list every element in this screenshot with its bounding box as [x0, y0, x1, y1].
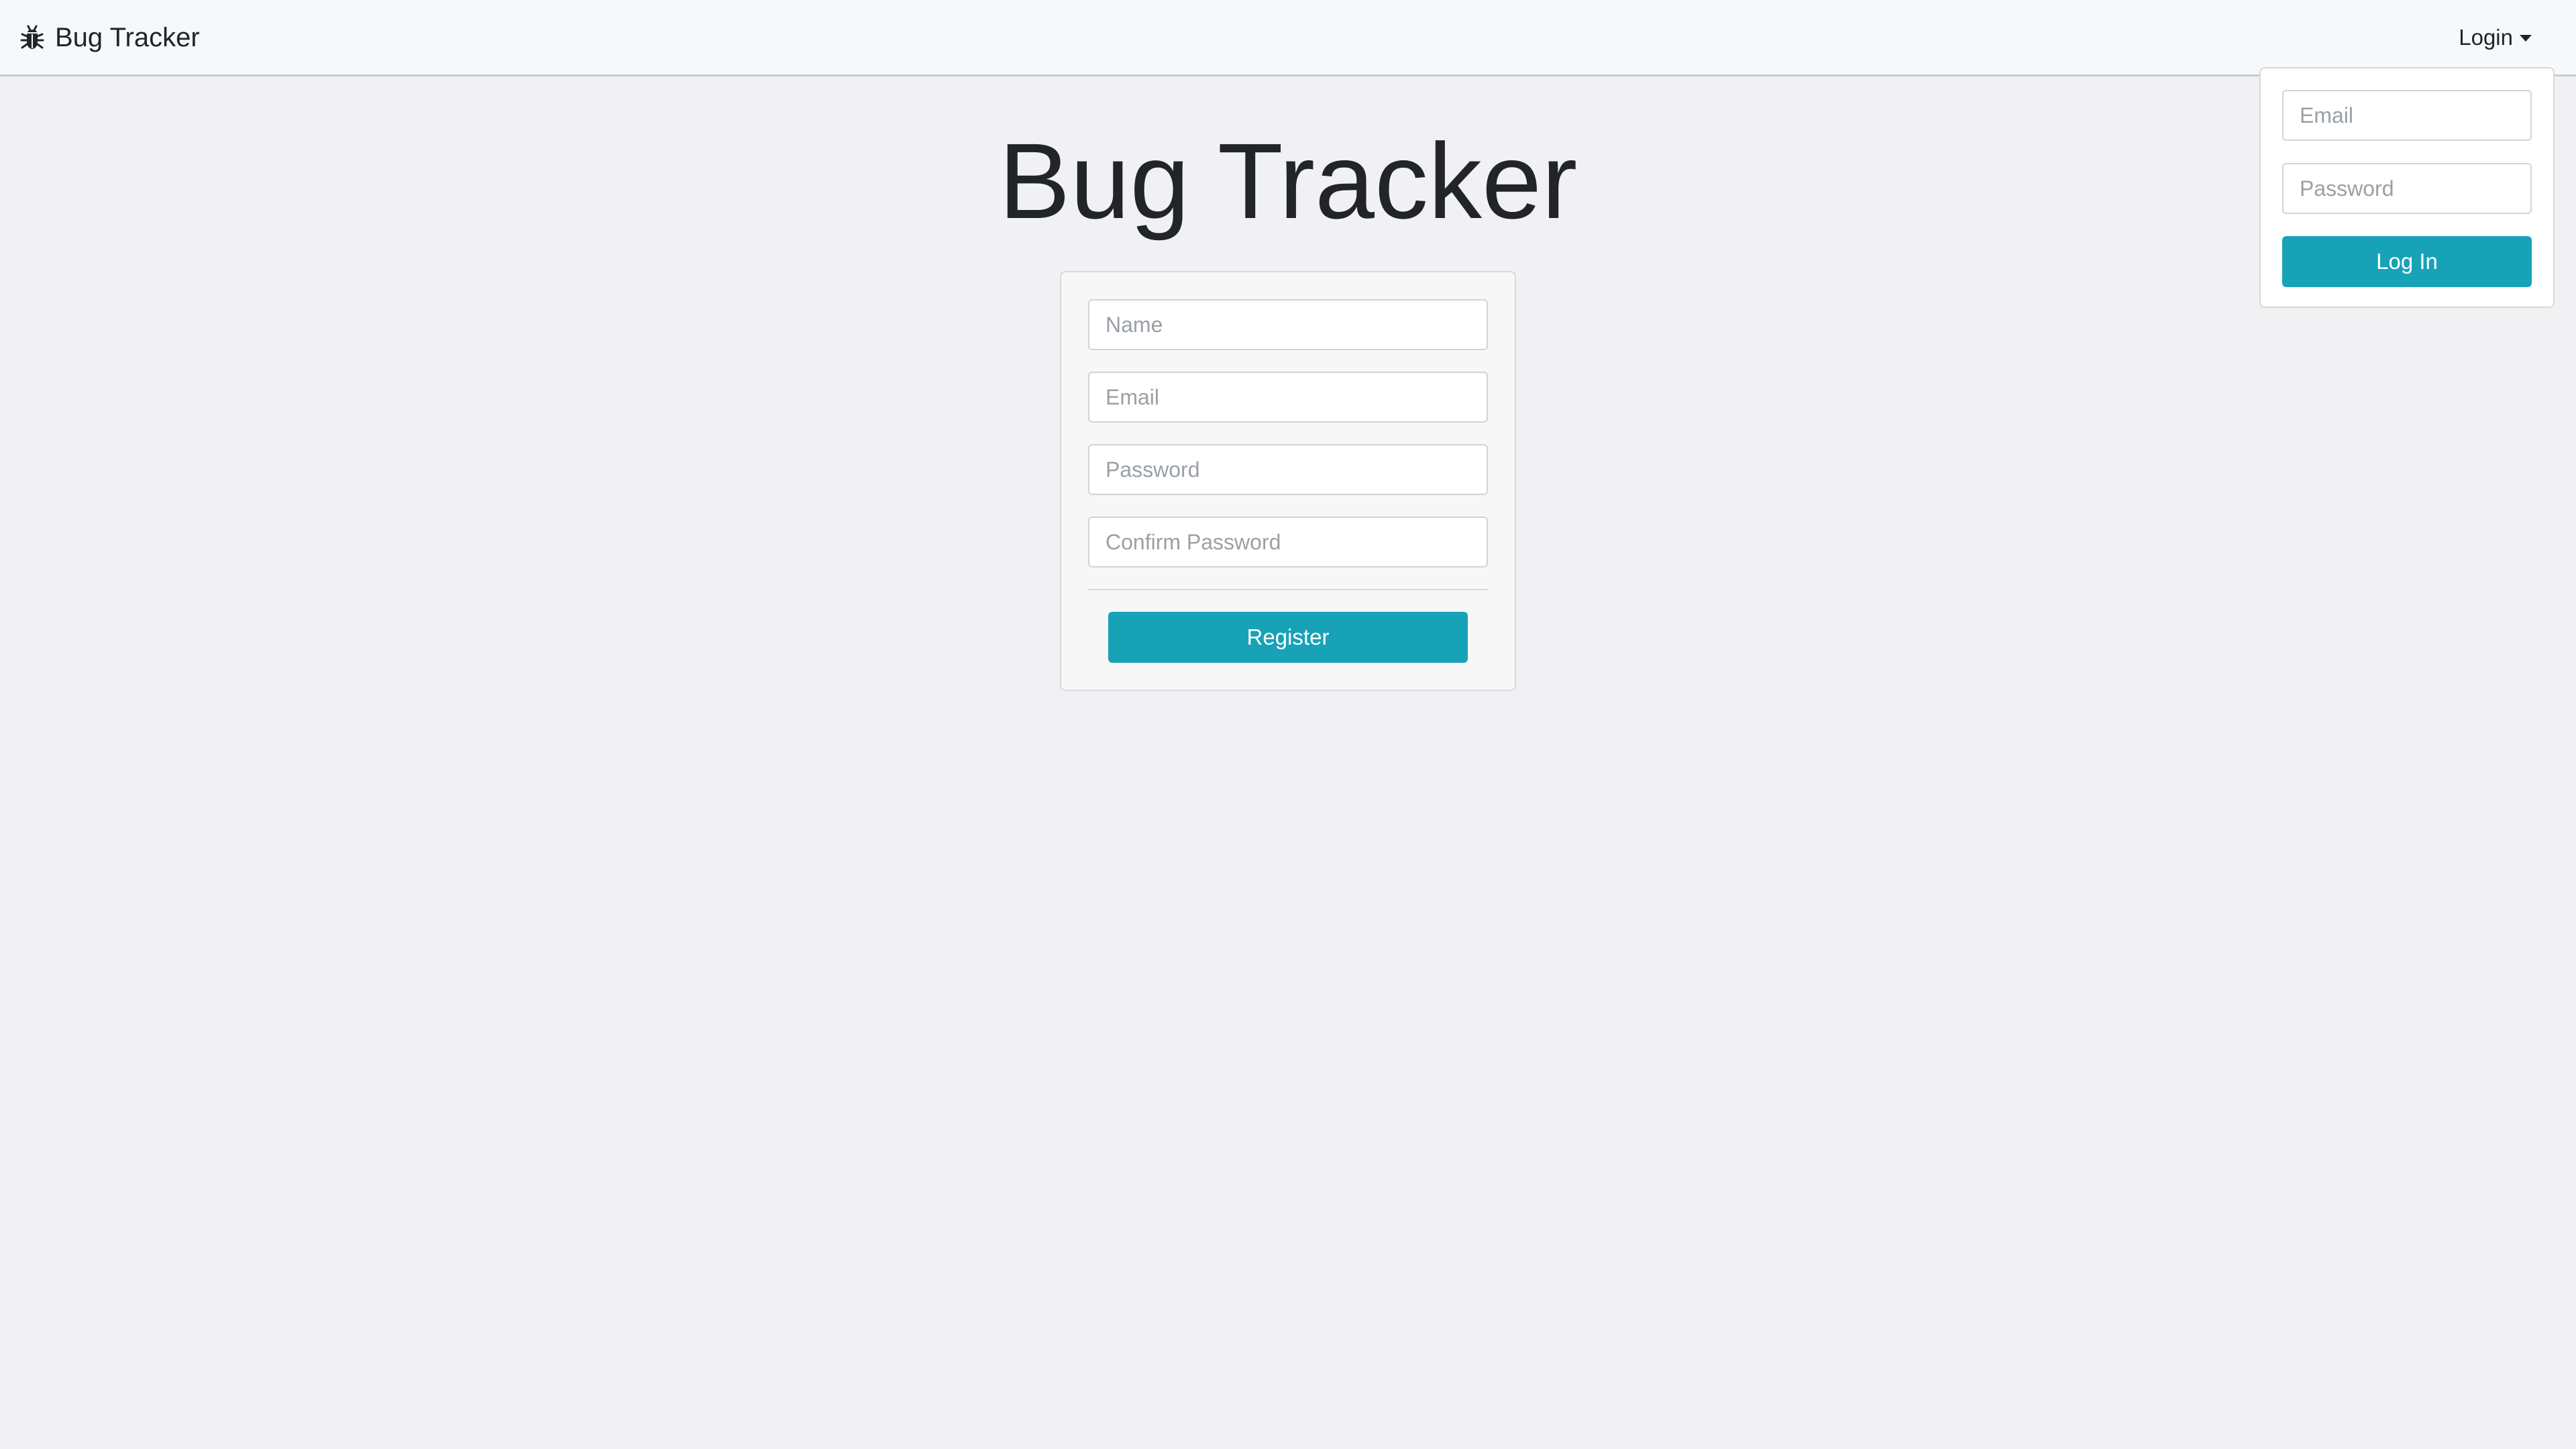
brand-link[interactable]: Bug Tracker	[20, 0, 200, 75]
name-group	[1088, 299, 1488, 350]
page-title: Bug Tracker	[998, 121, 1578, 241]
login-toggle-label: Login	[2459, 25, 2513, 50]
brand-text: Bug Tracker	[55, 23, 200, 52]
caret-down-icon	[2520, 35, 2532, 42]
form-divider	[1088, 589, 1488, 590]
confirm-password-input[interactable]	[1088, 517, 1488, 568]
email-group	[1088, 372, 1488, 423]
navbar: Bug Tracker Login	[0, 0, 2576, 76]
register-button[interactable]: Register	[1108, 612, 1468, 663]
confirm-password-group	[1088, 517, 1488, 568]
bug-icon	[20, 24, 44, 51]
email-input[interactable]	[1088, 372, 1488, 423]
login-dropdown-toggle[interactable]: Login	[2459, 0, 2532, 75]
register-form: Register	[1060, 271, 1516, 691]
name-input[interactable]	[1088, 299, 1488, 350]
password-input[interactable]	[1088, 444, 1488, 495]
password-group	[1088, 444, 1488, 495]
